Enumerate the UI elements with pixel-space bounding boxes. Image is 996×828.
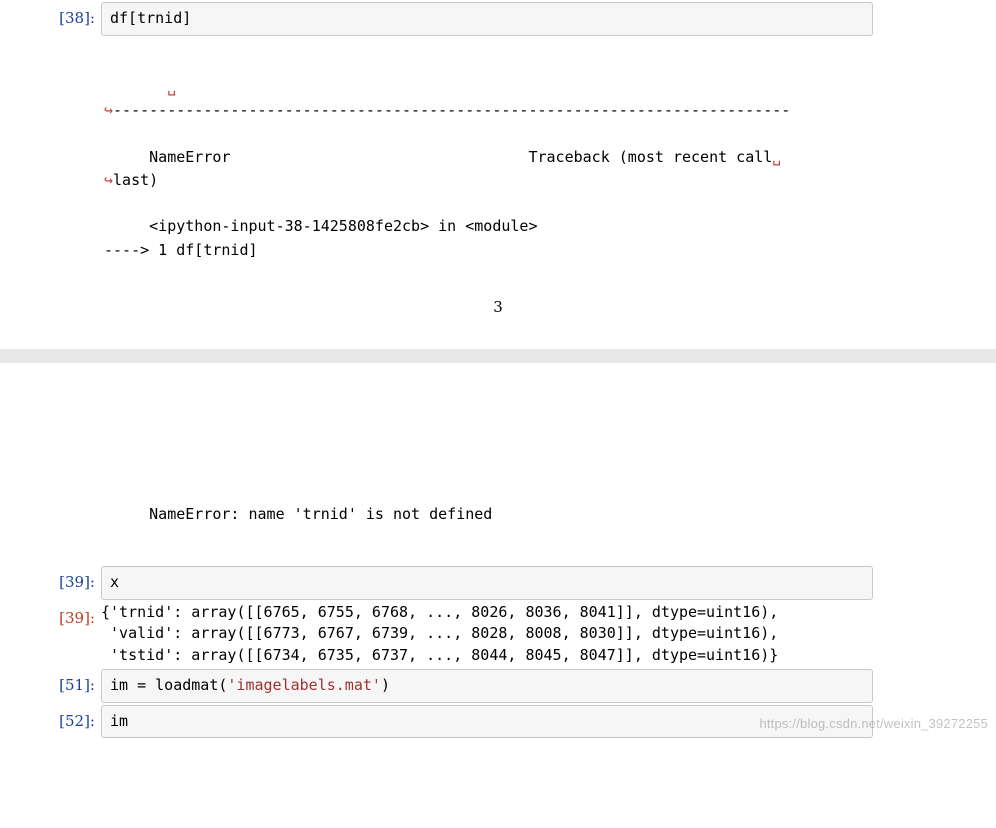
cell-39-output-row: [39]: {'trnid': array([[6765, 6755, 6768… [0,602,996,667]
code-prefix: im = loadmat( [110,676,227,694]
cell-38-code[interactable]: df[trnid] [101,2,873,36]
wrap-arrow-icon: ↪ [104,171,113,189]
cell-38-error-final: NameError: name 'trnid' is not defined [0,503,996,526]
cell-51-code[interactable]: im = loadmat('imagelabels.mat') [101,669,873,703]
name-error-final: NameError: name 'trnid' is not defined [104,505,492,523]
notebook-page: [38]: df[trnid] ␣ ↪---------------------… [0,2,996,738]
cell-51-in-prompt: [51]: [0,669,101,697]
traceback-label: Traceback (most recent call [230,148,772,166]
cell-52-input-row: [52]: im [0,705,996,739]
cell-38-in-prompt: [38]: [0,2,101,30]
name-error-label: NameError [104,148,230,166]
cell-52-in-prompt: [52]: [0,705,101,733]
wrap-arrow-icon: ↪ [104,101,113,119]
cont-space [104,78,167,96]
dash-line: ----------------------------------------… [113,101,790,119]
cell-39-input-row: [39]: x [0,566,996,600]
ipython-input-line: <ipython-input-38-1425808fe2cb> in <modu… [104,217,537,235]
cell-52-code[interactable]: im [101,705,873,739]
traceback-last: last) [113,171,158,189]
cont-symbol-icon: ␣ [772,148,781,166]
cell-51-input-row: [51]: im = loadmat('imagelabels.mat') [0,669,996,703]
cell-39-code[interactable]: x [101,566,873,600]
page-number: 3 [0,297,996,319]
cell-38-traceback: ␣ ↪-------------------------------------… [0,76,996,262]
cont-symbol-icon: ␣ [167,78,176,96]
string-literal: 'imagelabels.mat' [227,676,381,694]
page-break-divider [0,349,996,363]
cell-39-in-prompt: [39]: [0,566,101,594]
code-suffix: ) [381,676,390,694]
cell-39-output: {'trnid': array([[6765, 6755, 6768, ...,… [101,602,873,667]
cell-38-input-row: [38]: df[trnid] [0,2,996,36]
error-pointer-line: ----> 1 df[trnid] [104,241,258,259]
cell-39-out-prompt: [39]: [0,602,101,630]
